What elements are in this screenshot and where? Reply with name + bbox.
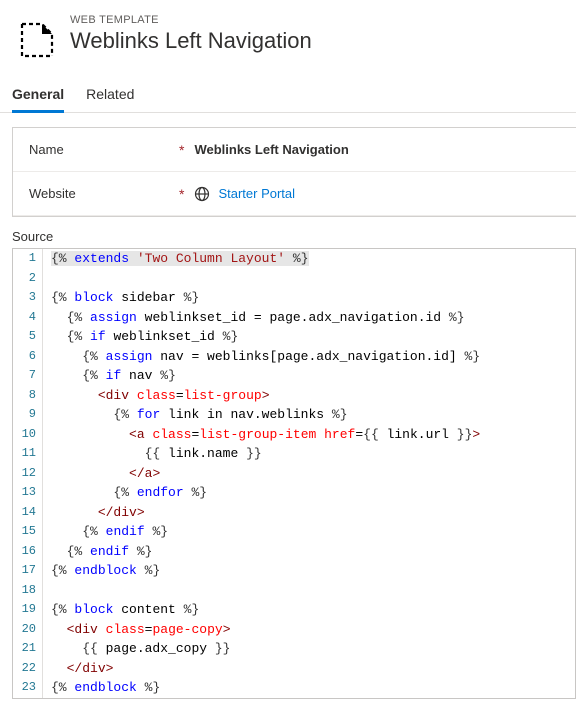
template-icon: [18, 20, 56, 58]
line-number: 5: [13, 327, 43, 347]
page-header: WEB TEMPLATE Weblinks Left Navigation: [0, 0, 576, 64]
line-number: 17: [13, 561, 43, 581]
code-content[interactable]: [43, 269, 59, 289]
code-content[interactable]: <a class=list-group-item href={{ link.ur…: [43, 425, 480, 445]
tab-general[interactable]: General: [12, 86, 64, 113]
code-content[interactable]: {% endblock %}: [43, 561, 160, 581]
line-number: 10: [13, 425, 43, 445]
line-number: 8: [13, 386, 43, 406]
code-line[interactable]: 20 <div class=page-copy>: [13, 620, 575, 640]
line-number: 20: [13, 620, 43, 640]
code-line[interactable]: 9 {% for link in nav.weblinks %}: [13, 405, 575, 425]
code-content[interactable]: <div class=page-copy>: [43, 620, 231, 640]
code-content[interactable]: {% endif %}: [43, 542, 152, 562]
code-content[interactable]: </a>: [43, 464, 160, 484]
code-content[interactable]: {{ page.adx_copy }}: [43, 639, 230, 659]
source-label: Source: [0, 217, 576, 246]
code-content[interactable]: {{ link.name }}: [43, 444, 262, 464]
code-content[interactable]: {% block content %}: [43, 600, 199, 620]
line-number: 1: [13, 249, 43, 269]
required-indicator: *: [179, 186, 184, 202]
source-editor[interactable]: 1{% extends 'Two Column Layout' %}2 3{% …: [12, 248, 576, 699]
required-indicator: *: [179, 142, 184, 158]
code-content[interactable]: {% assign weblinkset_id = page.adx_navig…: [43, 308, 465, 328]
line-number: 2: [13, 269, 43, 289]
line-number: 14: [13, 503, 43, 523]
code-line[interactable]: 10 <a class=list-group-item href={{ link…: [13, 425, 575, 445]
code-line[interactable]: 5 {% if weblinkset_id %}: [13, 327, 575, 347]
tab-related[interactable]: Related: [86, 86, 134, 113]
line-number: 4: [13, 308, 43, 328]
code-line[interactable]: 15 {% endif %}: [13, 522, 575, 542]
code-line[interactable]: 11 {{ link.name }}: [13, 444, 575, 464]
form-panel: Name * Weblinks Left Navigation Website …: [12, 127, 576, 217]
code-content[interactable]: {% endif %}: [43, 522, 168, 542]
code-content[interactable]: </div>: [43, 503, 145, 523]
line-number: 6: [13, 347, 43, 367]
code-content[interactable]: {% for link in nav.weblinks %}: [43, 405, 348, 425]
page-title: Weblinks Left Navigation: [70, 28, 312, 54]
code-line[interactable]: 2: [13, 269, 575, 289]
code-line[interactable]: 16 {% endif %}: [13, 542, 575, 562]
website-value[interactable]: Starter Portal: [218, 186, 295, 201]
field-name: Name * Weblinks Left Navigation: [13, 128, 576, 172]
code-line[interactable]: 3{% block sidebar %}: [13, 288, 575, 308]
code-line[interactable]: 8 <div class=list-group>: [13, 386, 575, 406]
code-line[interactable]: 12 </a>: [13, 464, 575, 484]
code-content[interactable]: [43, 581, 59, 601]
code-line[interactable]: 22 </div>: [13, 659, 575, 679]
entity-type-label: WEB TEMPLATE: [70, 14, 312, 26]
line-number: 13: [13, 483, 43, 503]
code-content[interactable]: {% if weblinkset_id %}: [43, 327, 238, 347]
code-content[interactable]: <div class=list-group>: [43, 386, 270, 406]
code-line[interactable]: 21 {{ page.adx_copy }}: [13, 639, 575, 659]
line-number: 15: [13, 522, 43, 542]
website-label: Website: [29, 186, 179, 201]
line-number: 21: [13, 639, 43, 659]
code-content[interactable]: {% endfor %}: [43, 483, 207, 503]
line-number: 18: [13, 581, 43, 601]
code-line[interactable]: 6 {% assign nav = weblinks[page.adx_navi…: [13, 347, 575, 367]
code-line[interactable]: 17{% endblock %}: [13, 561, 575, 581]
name-label: Name: [29, 142, 179, 157]
code-content[interactable]: {% block sidebar %}: [43, 288, 199, 308]
code-line[interactable]: 23{% endblock %}: [13, 678, 575, 698]
line-number: 3: [13, 288, 43, 308]
line-number: 19: [13, 600, 43, 620]
code-content[interactable]: {% if nav %}: [43, 366, 176, 386]
line-number: 23: [13, 678, 43, 698]
code-content[interactable]: </div>: [43, 659, 113, 679]
code-line[interactable]: 13 {% endfor %}: [13, 483, 575, 503]
code-line[interactable]: 19{% block content %}: [13, 600, 575, 620]
website-lookup[interactable]: Starter Portal: [194, 186, 295, 202]
code-line[interactable]: 1{% extends 'Two Column Layout' %}: [13, 249, 575, 269]
code-content[interactable]: {% extends 'Two Column Layout' %}: [43, 249, 309, 269]
name-input[interactable]: Weblinks Left Navigation: [194, 142, 348, 157]
line-number: 9: [13, 405, 43, 425]
tab-bar: General Related: [0, 64, 576, 113]
line-number: 7: [13, 366, 43, 386]
code-line[interactable]: 7 {% if nav %}: [13, 366, 575, 386]
code-line[interactable]: 18: [13, 581, 575, 601]
code-content[interactable]: {% assign nav = weblinks[page.adx_naviga…: [43, 347, 480, 367]
line-number: 12: [13, 464, 43, 484]
field-website: Website * Starter Portal: [13, 172, 576, 216]
globe-icon: [194, 186, 210, 202]
line-number: 11: [13, 444, 43, 464]
line-number: 22: [13, 659, 43, 679]
line-number: 16: [13, 542, 43, 562]
code-line[interactable]: 4 {% assign weblinkset_id = page.adx_nav…: [13, 308, 575, 328]
code-content[interactable]: {% endblock %}: [43, 678, 160, 698]
code-line[interactable]: 14 </div>: [13, 503, 575, 523]
